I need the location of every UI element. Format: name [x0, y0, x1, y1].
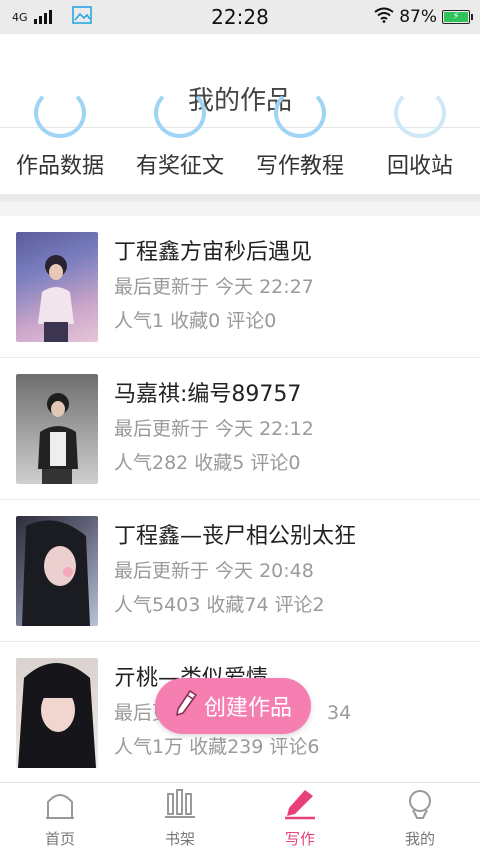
work-stats: 人气5403 收藏74 评论2 [114, 588, 356, 622]
pencil-icon [174, 689, 198, 723]
section-divider [0, 194, 480, 202]
tab-label: 书架 [164, 830, 195, 848]
wifi-icon [374, 7, 394, 28]
quick-nav-tutorial[interactable]: 写作教程 [240, 88, 360, 194]
signal-icon [33, 10, 52, 24]
create-work-button[interactable]: 创建作品 [155, 678, 311, 734]
work-cover-image [16, 657, 98, 768]
work-cover-image [16, 231, 98, 342]
work-updated-tail: 34 [327, 701, 352, 724]
work-popularity: 人气1 [114, 309, 165, 332]
work-popularity: 人气5403 [114, 593, 201, 616]
tab-label: 写作 [284, 830, 315, 848]
gallery-icon [71, 6, 92, 28]
work-stats: 人气282 收藏5 评论0 [114, 446, 314, 480]
work-cover-image [16, 515, 98, 626]
bookshelf-icon [163, 788, 197, 824]
recycle-bin-icon [394, 88, 446, 138]
work-comments: 评论0 [226, 309, 277, 332]
work-comments: 评论0 [250, 451, 301, 474]
quick-nav: 作品数据 有奖征文 写作教程 回收站 [0, 88, 480, 194]
work-comments: 评论6 [269, 735, 320, 758]
tab-bookshelf[interactable]: 书架 [120, 783, 240, 854]
work-updated: 最后更新于 今天 22:12 [114, 417, 314, 440]
work-favorites: 收藏5 [194, 451, 245, 474]
pen-icon [283, 788, 317, 824]
work-stats: 人气1万 收藏239 评论6 [114, 730, 351, 764]
work-row[interactable]: 丁程鑫—丧尸相公别太狂 最后更新于 今天 20:48 人气5403 收藏74 评… [0, 500, 480, 642]
work-row[interactable]: 马嘉祺:编号89757 最后更新于 今天 22:12 人气282 收藏5 评论0 [0, 358, 480, 500]
battery-percent: 87% [399, 7, 437, 27]
tab-me[interactable]: 我的 [360, 783, 480, 854]
bottom-tab-bar: 首页 书架 写作 我的 [0, 782, 480, 854]
quick-nav-works-data[interactable]: 作品数据 [0, 88, 120, 194]
works-data-icon [34, 88, 86, 138]
tab-write[interactable]: 写作 [240, 783, 360, 854]
quick-nav-label: 有奖征文 [135, 154, 224, 179]
quick-nav-recycle-bin[interactable]: 回收站 [360, 88, 480, 194]
work-cover-image [16, 373, 98, 484]
tab-label: 我的 [404, 830, 435, 848]
tab-label: 首页 [44, 830, 75, 848]
work-favorites: 收藏239 [189, 735, 264, 758]
work-info: 丁程鑫方宙秒后遇见 最后更新于 今天 22:27 人气1 收藏0 评论0 [114, 236, 314, 338]
network-type: 4G [12, 10, 28, 24]
quick-nav-label: 作品数据 [15, 154, 104, 179]
status-right: 87% ⚡ [374, 7, 473, 28]
quick-nav-contest[interactable]: 有奖征文 [120, 88, 240, 194]
status-bar: 4G 22:28 87% ⚡ [0, 0, 480, 34]
create-work-label: 创建作品 [203, 696, 292, 721]
work-title: 马嘉祺:编号89757 [114, 381, 302, 407]
quick-nav-label: 写作教程 [255, 154, 344, 179]
work-updated: 最后更新于 今天 20:48 [114, 559, 314, 582]
work-favorites: 收藏74 [206, 593, 269, 616]
profile-icon [404, 788, 436, 824]
work-updated: 最后更新于 今天 22:27 [114, 275, 314, 298]
tab-home[interactable]: 首页 [0, 783, 120, 854]
tutorial-icon [274, 88, 326, 138]
work-title: 丁程鑫—丧尸相公别太狂 [114, 523, 357, 549]
work-comments: 评论2 [274, 593, 325, 616]
contest-icon [154, 88, 206, 138]
work-popularity: 人气1万 [114, 735, 184, 758]
quick-nav-label: 回收站 [386, 154, 453, 179]
work-title: 丁程鑫方宙秒后遇见 [114, 239, 313, 265]
work-info: 马嘉祺:编号89757 最后更新于 今天 22:12 人气282 收藏5 评论0 [114, 378, 314, 480]
work-favorites: 收藏0 [170, 309, 221, 332]
work-popularity: 人气282 [114, 451, 189, 474]
work-info: 丁程鑫—丧尸相公别太狂 最后更新于 今天 20:48 人气5403 收藏74 评… [114, 520, 356, 622]
work-row[interactable]: 丁程鑫方宙秒后遇见 最后更新于 今天 22:27 人气1 收藏0 评论0 [0, 216, 480, 358]
work-stats: 人气1 收藏0 评论0 [114, 304, 314, 338]
status-left: 4G [12, 6, 92, 28]
home-icon [44, 788, 76, 824]
battery-icon: ⚡ [442, 10, 473, 24]
